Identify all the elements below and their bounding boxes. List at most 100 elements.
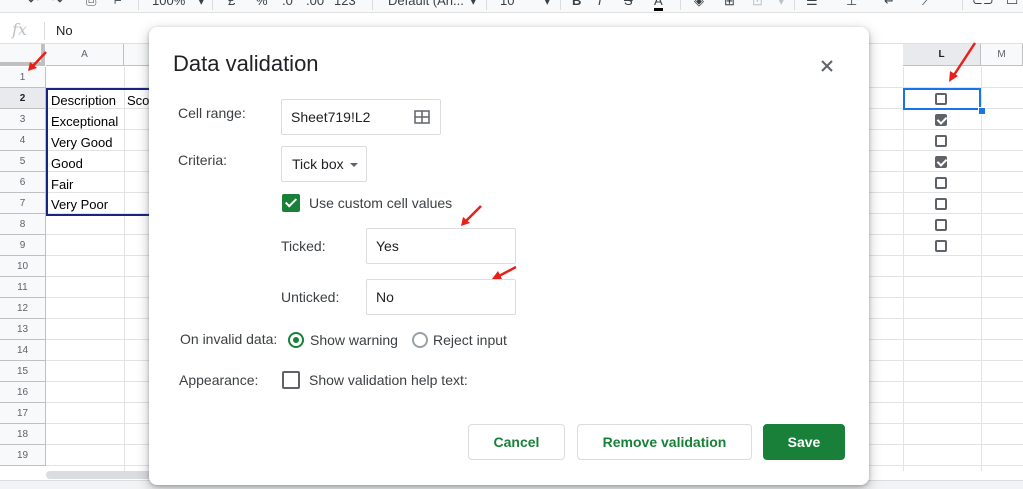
row-header[interactable]: 15 bbox=[0, 361, 46, 382]
zoom-select[interactable]: 100% bbox=[152, 0, 185, 8]
cell-a2[interactable]: Description bbox=[51, 93, 116, 108]
decrease-decimal-button[interactable]: .0 bbox=[282, 0, 293, 8]
checkbox-unchecked-icon[interactable] bbox=[935, 177, 947, 189]
unticked-value: No bbox=[376, 289, 394, 305]
active-cell-l2[interactable] bbox=[903, 88, 981, 110]
chevron-down-icon[interactable]: ▾ bbox=[778, 0, 785, 9]
row-header[interactable]: 10 bbox=[0, 256, 46, 277]
text-rotate-icon[interactable]: ⟋ bbox=[922, 0, 931, 9]
row-header[interactable]: 14 bbox=[0, 340, 46, 361]
formula-input[interactable]: No bbox=[56, 23, 73, 38]
more-formats-button[interactable]: 123 bbox=[334, 0, 356, 8]
fx-icon: fx bbox=[12, 20, 27, 39]
column-header-m[interactable]: M bbox=[981, 44, 1023, 66]
fill-handle[interactable] bbox=[978, 107, 986, 115]
row-header[interactable]: 7 bbox=[0, 193, 46, 214]
cell-range-input[interactable]: Sheet719!L2 bbox=[281, 99, 441, 135]
row-header[interactable]: 13 bbox=[0, 319, 46, 340]
toolbar: ↶ ↷ ⎙ ⌐ 100% ▾ £ % .0 .00 123 Default (A… bbox=[0, 0, 1023, 13]
show-warning-label[interactable]: Show warning bbox=[310, 332, 398, 348]
column-header-a[interactable]: A bbox=[46, 44, 124, 66]
comment-icon[interactable]: ▭ bbox=[1006, 0, 1018, 9]
cell-a5[interactable]: Good bbox=[51, 156, 83, 171]
text-color-icon[interactable]: A bbox=[654, 0, 663, 11]
checkbox-unchecked-icon[interactable] bbox=[935, 135, 947, 147]
strikethrough-icon[interactable]: S bbox=[624, 0, 633, 8]
print-icon[interactable]: ⎙ bbox=[86, 0, 96, 9]
criteria-select[interactable]: Tick box bbox=[281, 146, 367, 182]
criteria-value: Tick box bbox=[292, 156, 344, 172]
font-size-select[interactable]: 10 bbox=[500, 0, 514, 8]
grid-line bbox=[981, 67, 982, 471]
row-header[interactable]: 5 bbox=[0, 151, 46, 172]
horizontal-scrollbar[interactable] bbox=[46, 471, 156, 479]
link-icon[interactable]: ⊂⊃ bbox=[972, 0, 994, 9]
row-header[interactable]: 3 bbox=[0, 109, 46, 130]
annotation-arrow-icon bbox=[949, 42, 977, 82]
toolbar-divider bbox=[486, 0, 487, 10]
reject-input-radio[interactable] bbox=[412, 332, 428, 348]
row-header[interactable]: 16 bbox=[0, 382, 46, 403]
custom-values-checkbox[interactable] bbox=[282, 194, 300, 212]
help-text-checkbox[interactable] bbox=[282, 371, 300, 389]
unticked-label: Unticked: bbox=[281, 289, 340, 305]
increase-decimal-button[interactable]: .00 bbox=[306, 0, 324, 8]
row-header[interactable]: 2 bbox=[0, 88, 46, 109]
show-warning-radio[interactable] bbox=[288, 332, 304, 348]
data-validation-dialog: Data validation Cell range: Sheet719!L2 … bbox=[149, 27, 869, 485]
row-header[interactable]: 19 bbox=[0, 445, 46, 466]
vertical-align-icon[interactable]: ⊥ bbox=[846, 0, 857, 9]
fill-color-icon[interactable]: ◈ bbox=[694, 0, 704, 9]
redo-icon[interactable]: ↷ bbox=[52, 0, 63, 9]
toolbar-divider bbox=[138, 0, 139, 10]
percent-button[interactable]: % bbox=[256, 0, 268, 8]
cell-a3[interactable]: Exceptional bbox=[51, 114, 118, 129]
row-header[interactable]: 11 bbox=[0, 277, 46, 298]
font-select[interactable]: Default (Ari... bbox=[388, 0, 464, 8]
undo-icon[interactable]: ↶ bbox=[28, 0, 39, 9]
ticked-value: Yes bbox=[376, 238, 399, 254]
checkbox-checked-icon[interactable] bbox=[935, 156, 947, 168]
merge-cells-icon[interactable]: ⊡ bbox=[752, 0, 763, 9]
italic-icon[interactable]: I bbox=[598, 0, 602, 8]
save-button[interactable]: Save bbox=[763, 424, 845, 460]
borders-icon[interactable]: ⊞ bbox=[724, 0, 735, 9]
cell-a7[interactable]: Very Poor bbox=[51, 197, 108, 212]
chevron-down-icon bbox=[350, 163, 358, 167]
row-header[interactable]: 9 bbox=[0, 235, 46, 256]
ticked-value-input[interactable]: Yes bbox=[366, 228, 516, 264]
close-icon[interactable] bbox=[816, 55, 838, 77]
remove-validation-button[interactable]: Remove validation bbox=[577, 424, 752, 460]
text-wrap-icon[interactable]: ↵ bbox=[884, 0, 895, 9]
row-header[interactable]: 17 bbox=[0, 403, 46, 424]
bold-icon[interactable]: B bbox=[572, 0, 581, 8]
row-header[interactable]: 6 bbox=[0, 172, 46, 193]
checkbox-unchecked-icon[interactable] bbox=[935, 240, 947, 252]
checkbox-checked-icon[interactable] bbox=[935, 114, 947, 126]
cell-a4[interactable]: Very Good bbox=[51, 135, 112, 150]
checkbox-unchecked-icon[interactable] bbox=[935, 198, 947, 210]
select-range-icon[interactable] bbox=[414, 109, 430, 125]
row-header[interactable]: 4 bbox=[0, 130, 46, 151]
help-text-label[interactable]: Show validation help text: bbox=[309, 372, 468, 388]
criteria-label: Criteria: bbox=[178, 152, 228, 168]
currency-button[interactable]: £ bbox=[228, 0, 235, 8]
align-icon[interactable]: ☰ bbox=[806, 0, 818, 9]
chevron-down-icon[interactable]: ▾ bbox=[470, 0, 477, 9]
row-header[interactable]: 8 bbox=[0, 214, 46, 235]
toolbar-divider bbox=[794, 0, 795, 10]
toolbar-divider bbox=[372, 0, 373, 10]
invalid-data-label: On invalid data: bbox=[180, 331, 278, 347]
unticked-value-input[interactable]: No bbox=[366, 279, 516, 315]
row-header[interactable]: 12 bbox=[0, 298, 46, 319]
cell-b2[interactable]: Sco bbox=[127, 93, 149, 108]
custom-values-label[interactable]: Use custom cell values bbox=[309, 195, 452, 211]
chevron-down-icon[interactable]: ▾ bbox=[198, 0, 205, 9]
cell-a6[interactable]: Fair bbox=[51, 177, 73, 192]
cancel-button[interactable]: Cancel bbox=[468, 424, 565, 460]
row-header[interactable]: 18 bbox=[0, 424, 46, 445]
checkbox-unchecked-icon[interactable] bbox=[935, 219, 947, 231]
chevron-down-icon[interactable]: ▾ bbox=[544, 0, 551, 9]
reject-input-label[interactable]: Reject input bbox=[433, 332, 507, 348]
paint-format-icon[interactable]: ⌐ bbox=[114, 0, 122, 8]
